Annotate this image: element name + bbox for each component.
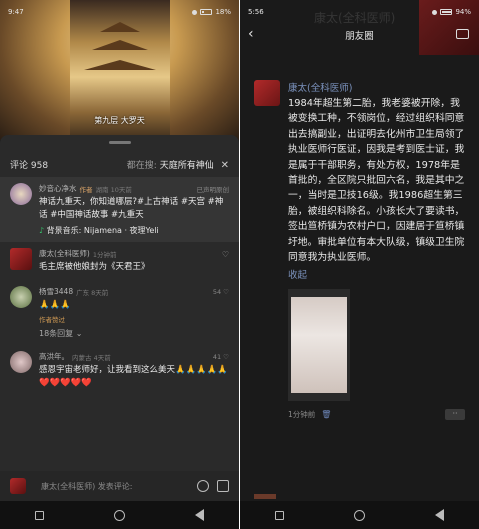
trash-icon[interactable]: 🗑 [321,410,331,419]
avatar[interactable] [254,80,280,106]
battery-level: 94% [455,8,471,16]
back-button[interactable] [195,509,204,521]
comment-text: 感恩宇宙老师好，让我看到这么美天🙏🙏🙏🙏🙏❤️❤️❤️❤️❤️ [39,365,228,388]
comment-item[interactable]: 妙音心净水 作者 湖南 10天前 已声明原创 神话九重天，你知道哪层?#上古神话… [0,177,239,242]
post-text: 1984年超生第二胎，我老婆被开除，我被变换工种，不领岗位，经过组织科同意出去搞… [288,98,465,264]
commenter-name[interactable]: 杨雪3448 [39,286,73,297]
status-icons: 18% [192,8,231,16]
comment-count: 评论 958 [10,161,49,171]
poster-name[interactable]: 康太(全科医师) [288,80,465,94]
like-count-value: 41 [212,352,222,361]
post-footer: 1分钟前 🗑 ·· [288,409,465,421]
temple-roof-bottom [84,60,156,70]
status-bar: 9:47 18% [0,0,239,24]
system-nav-bar [240,501,479,529]
collapse-link[interactable]: 收起 [288,267,465,281]
moments-header: ‹ 朋友圈 [240,24,479,46]
comment-location-time: 湖南 10天前 [95,185,132,194]
comment-text: 神话九重天，你知道哪层?#上古神话 #天宫 #神话 #中国神话故事 #九重天 [39,197,224,220]
comment-location-time: 广东 8天前 [76,288,109,297]
commenter-name[interactable]: 康太(全科医师) [39,248,90,259]
commenter-name[interactable]: 妙音心净水 [39,183,77,194]
comment-meta: 高洪年。 内蒙古 4天前 41 ♡ [39,351,229,362]
comment-meta: 杨雪3448 广东 8天前 54 ♡ [39,286,229,297]
comment-input[interactable]: 康太(全科医师) 发表评论: [41,481,189,492]
avatar[interactable] [10,351,32,373]
status-time: 5:56 [248,8,264,16]
comments-sheet: 评论 958 都在搜: 天庭所有神仙 ✕ 妙音心净水 作者 湖南 10天前 已声… [0,135,239,501]
wifi-icon [432,9,438,15]
comment-text: 🙏🙏🙏 [39,300,71,310]
certificate-image [291,297,347,394]
like-count[interactable]: 54 ♡ [213,288,229,296]
comment-body: 妙音心净水 作者 湖南 10天前 已声明原创 神话九重天，你知道哪层?#上古神话… [39,183,229,236]
commenter-name[interactable]: 高洪年。 [39,351,69,362]
battery-level: 18% [215,8,231,16]
comment-meta: 妙音心净水 作者 湖南 10天前 已声明原创 [39,183,229,194]
temple-roof-middle [92,40,148,50]
comment-meta: 康太(全科医师) 1分钟前 [39,248,229,259]
like-count-value: 54 [212,287,222,296]
battery-icon [440,9,453,15]
like-count[interactable]: 41 ♡ [213,353,229,361]
comment-location-time: 内蒙古 4天前 [72,353,111,362]
search-prefix: 都在搜: [126,161,157,171]
comment-item[interactable]: 杨雪3448 广东 8天前 54 ♡ 🙏🙏🙏 作者赞过 18条回复 ⌄ [0,280,239,345]
author-badge: 作者 [79,185,93,194]
comment-text: 毛主席被他娘封为《天君王》 [39,262,150,272]
recents-button[interactable] [35,510,44,520]
search-term[interactable]: 天庭所有神仙 [160,161,214,171]
original-label: 已声明原创 [196,185,230,194]
back-button[interactable] [435,509,444,521]
background-music[interactable]: ♪ 背景音乐: Nijamena · 夜理Yeli [39,225,229,236]
trending-search[interactable]: 都在搜: 天庭所有神仙 ✕ [127,158,229,171]
avatar[interactable] [10,286,32,308]
battery-icon [200,9,213,15]
avatar [10,478,26,494]
view-replies-link[interactable]: 18条回复 ⌄ [39,328,229,339]
more-actions-button[interactable]: ·· [445,409,465,421]
video-caption: 第九层 大罗天 [94,116,145,125]
comment-body: 杨雪3448 广东 8天前 54 ♡ 🙏🙏🙏 作者赞过 18条回复 ⌄ [39,286,229,339]
close-icon[interactable]: ✕ [221,160,229,171]
moment-post: 康太(全科医师) 1984年超生第二胎，我老婆被开除，我被变换工种，不领岗位，经… [254,80,465,421]
avatar[interactable] [10,183,32,205]
camera-icon[interactable] [456,29,469,39]
music-label: 背景音乐: Nijamena · 夜理Yeli [46,226,159,235]
comment-item[interactable]: 康太(全科医师) 1分钟前 毛主席被他娘封为《天君王》 ♡ [0,242,239,280]
post-content: 康太(全科医师) 1984年超生第二胎，我老婆被开除，我被变换工种，不领岗位，经… [288,80,465,421]
wifi-icon [192,9,198,15]
post-photo[interactable] [288,289,350,402]
comment-body: 高洪年。 内蒙古 4天前 41 ♡ 感恩宇宙老师好，让我看到这么美天🙏🙏🙏🙏🙏❤… [39,351,229,390]
back-arrow-icon[interactable]: ‹ [248,26,254,42]
status-bar: 5:56 94% [240,0,479,24]
status-time: 9:47 [8,8,24,16]
comment-input-bar: 康太(全科医师) 发表评论: [0,471,239,501]
left-phone-screen: 第九层 大罗天 9:47 18% 评论 958 都在搜: 天庭所有神仙 ✕ 妙音… [0,0,239,529]
right-phone-screen: 康太(全科医师) 5:56 94% ‹ 朋友圈 康太(全科医师) 1984年超生… [240,0,479,529]
next-post-avatar [254,494,276,499]
home-button[interactable] [354,509,365,521]
page-title: 朋友圈 [345,31,374,42]
system-nav-bar [0,501,239,529]
image-icon[interactable] [217,480,229,492]
home-button[interactable] [114,509,125,521]
replies-count: 18条回复 [39,329,74,338]
comment-time: 1分钟前 [92,250,117,259]
comments-header: 评论 958 都在搜: 天庭所有神仙 ✕ [0,144,239,177]
comment-item[interactable]: 高洪年。 内蒙古 4天前 41 ♡ 感恩宇宙老师好，让我看到这么美天🙏🙏🙏🙏🙏❤… [0,345,239,396]
recents-button[interactable] [275,510,284,520]
music-note-icon: ♪ [39,226,45,235]
author-liked-badge: 作者赞过 [39,316,65,324]
status-icons: 94% [432,8,471,16]
post-time: 1分钟前 [288,410,316,420]
comment-body: 康太(全科医师) 1分钟前 毛主席被他娘封为《天君王》 [39,248,229,274]
like-icon[interactable]: ♡ [222,250,229,259]
emoji-icon[interactable] [197,480,209,492]
avatar[interactable] [10,248,32,270]
